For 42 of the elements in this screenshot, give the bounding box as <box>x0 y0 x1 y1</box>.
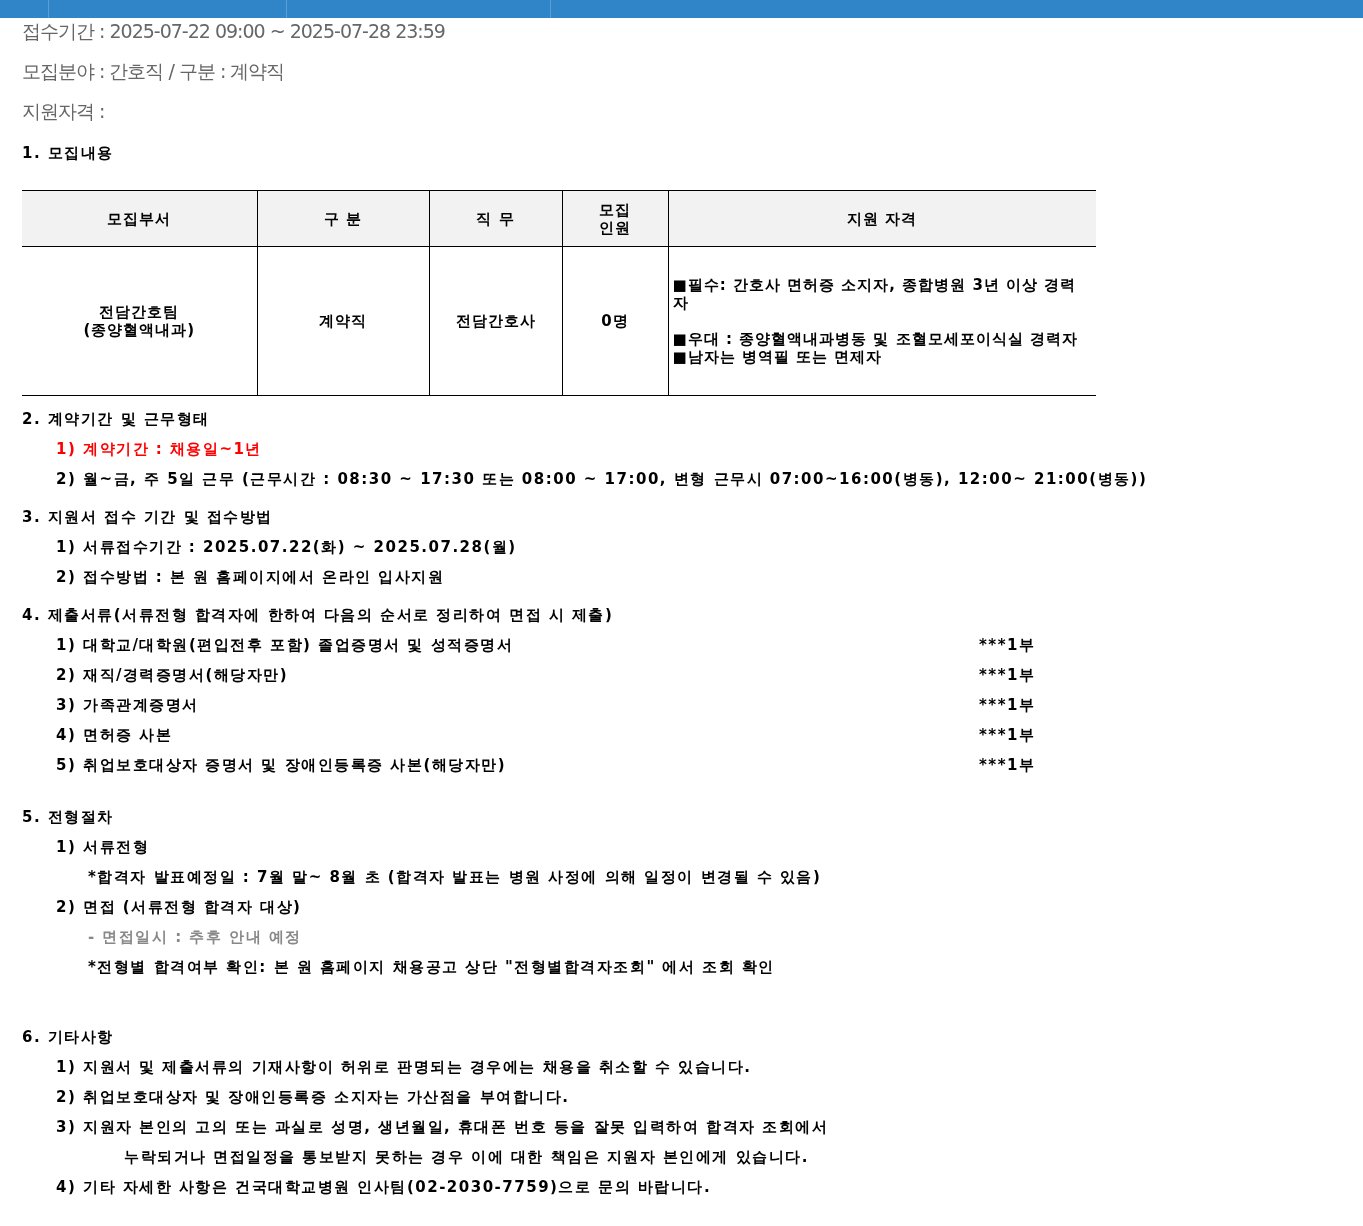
list-item: 3) 지원자 본인의 고의 또는 과실로 성명, 생년월일, 휴대폰 번호 등을 잘못 입력하여 합격자 조회에서 <box>56 1118 829 1138</box>
section-heading: 6. 기타사항 <box>22 1028 114 1046</box>
document-item: 4) 면허증 사본 <box>56 726 173 746</box>
section-heading: 4. 제출서류(서류전형 합격자에 한하여 다음의 순서로 정리하여 면접 시 제출) <box>22 606 614 624</box>
list-item: 1) 서류전형 <box>56 838 149 858</box>
copy-count: ***1부 <box>979 666 1036 684</box>
section-heading: 2. 계약기간 및 근무형태 <box>22 410 210 428</box>
table-cell: 0명 <box>562 246 668 396</box>
table-cell: 전담간호팀 (종양혈액내과) <box>22 246 257 396</box>
list-item: *합격자 발표예정일 : 7월 말~ 8월 초 (합격자 발표는 병원 사정에 의해 일정이 변경될 수 있음) <box>88 868 822 888</box>
document-item: 2) 재직/경력증명서(해당자만) <box>56 666 289 686</box>
copy-count: ***1부 <box>979 696 1036 714</box>
list-item: *전형별 합격여부 확인: 본 원 홈페이지 채용공고 상단 "전형별합격자조회" 에서 조회 확인 <box>88 958 775 978</box>
column-header: 지원 자격 <box>668 190 1096 247</box>
list-item: 1) 지원서 및 제출서류의 기재사항이 허위로 판명되는 경우에는 채용을 취소할 수 있습니다. <box>56 1058 752 1078</box>
list-item: 4) 기타 자세한 사항은 건국대학교병원 인사팀(02-2030-7759)으로 문의 바랍니다. <box>56 1178 712 1198</box>
info-line: 모집분야 : 간호직 / 구분 : 계약직 <box>22 60 286 84</box>
document-item: 1) 대학교/대학원(편입전후 포함) 졸업증명서 및 성적증명서 <box>56 636 514 656</box>
document-item: 3) 가족관계증명서 <box>56 696 199 716</box>
column-header: 모집 인원 <box>562 190 668 247</box>
highlighted-item: 1) 계약기간 : 채용일~1년 <box>56 440 262 460</box>
section-heading: 1. 모집내용 <box>22 144 114 162</box>
copy-count: ***1부 <box>979 756 1036 774</box>
table-cell: 전담간호사 <box>429 246 562 396</box>
list-item: 1) 서류접수기간 : 2025.07.22(화) ~ 2025.07.28(월) <box>56 538 517 558</box>
copy-count: ***1부 <box>979 726 1036 744</box>
document-item: 5) 취업보호대상자 증명서 및 장애인등록증 사본(해당자만) <box>56 756 507 776</box>
column-header: 직 무 <box>429 190 562 247</box>
column-header: 모집부서 <box>22 190 257 247</box>
info-line: 지원자격 : <box>22 100 106 124</box>
section-heading: 5. 전형절차 <box>22 808 114 826</box>
list-item: 2) 월~금, 주 5일 근무 (근무시간 : 08:30 ~ 17:30 또는 08:00 ~ 17:00, 변형 근무시 07:00~16:00(병동), 12:00~ 21:00(병동)) <box>56 470 1148 490</box>
column-header: 구 분 <box>257 190 429 247</box>
list-item: 2) 접수방법 : 본 원 홈페이지에서 온라인 입사지원 <box>56 568 445 588</box>
section-heading: 3. 지원서 접수 기간 및 접수방법 <box>22 508 273 526</box>
table-cell: 계약직 <box>257 246 429 396</box>
list-item: 2) 면접 (서류전형 합격자 대상) <box>56 898 302 918</box>
info-line: 접수기간 : 2025-07-22 09:00 ~ 2025-07-28 23:59 <box>22 20 446 44</box>
copy-count: ***1부 <box>979 636 1036 654</box>
list-item-continuation: 누락되거나 면접일정을 통보받지 못하는 경우 이에 대한 책임은 지원자 본인에게 있습니다. <box>123 1148 809 1168</box>
muted-item: - 면접일시 : 추후 안내 예정 <box>88 928 302 948</box>
list-item: 2) 취업보호대상자 및 장애인등록증 소지자는 가산점을 부여합니다. <box>56 1088 570 1108</box>
